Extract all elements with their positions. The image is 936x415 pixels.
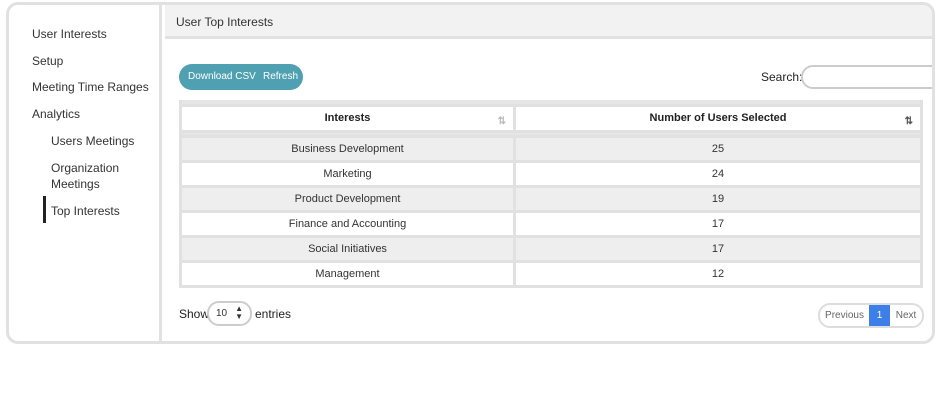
table-row: Marketing 24	[179, 159, 923, 188]
cell-interest: Social Initiatives	[179, 234, 516, 263]
entries-per-page-select[interactable]: 10 ▲ ▼	[207, 301, 252, 326]
search-label: Search:	[761, 70, 803, 84]
cell-count: 12	[513, 259, 923, 288]
sidebar-item-users-meetings[interactable]: Users Meetings	[51, 133, 134, 149]
download-csv-button[interactable]: Download CSV	[188, 71, 256, 82]
refresh-button[interactable]: Refresh	[263, 71, 298, 82]
interests-table: Interests ⇅ Number of Users Selected ⇅ B…	[179, 100, 923, 288]
page-title: User Top Interests	[165, 5, 932, 39]
table-row: Management 12	[179, 259, 923, 288]
page-1-button[interactable]: 1	[869, 305, 890, 326]
stepper-caret-icon: ▲ ▼	[235, 304, 243, 321]
column-header-number-of-users[interactable]: Number of Users Selected ⇅	[513, 103, 923, 133]
cell-interest: Finance and Accounting	[179, 209, 516, 238]
cell-count: 24	[513, 159, 923, 188]
sidebar-item-setup[interactable]: Setup	[32, 53, 63, 69]
next-page-button[interactable]: Next	[890, 305, 922, 326]
sort-icon: ⇅	[497, 115, 506, 127]
cell-count: 19	[513, 184, 923, 213]
table-row: Finance and Accounting 17	[179, 209, 923, 238]
sort-desc-icon: ⇅	[904, 115, 913, 127]
cell-count: 25	[513, 134, 923, 163]
sidebar-item-organization-meetings-line1[interactable]: Organization	[51, 160, 119, 176]
cell-interest: Marketing	[179, 159, 516, 188]
sidebar-item-organization-meetings-line2[interactable]: Meetings	[51, 176, 100, 192]
search-input[interactable]	[801, 65, 932, 89]
cell-interest: Product Development	[179, 184, 516, 213]
table-row: Product Development 19	[179, 184, 923, 213]
cell-count: 17	[513, 234, 923, 263]
export-button-group: Download CSV Refresh	[179, 64, 303, 90]
pagination: Previous 1 Next	[818, 303, 924, 328]
cell-count: 17	[513, 209, 923, 238]
main-panel: User Top Interests Download CSV Refresh …	[165, 5, 932, 341]
table-row: Social Initiatives 17	[179, 234, 923, 263]
sidebar-item-analytics[interactable]: Analytics	[32, 106, 80, 122]
sidebar-item-meeting-time-ranges[interactable]: Meeting Time Ranges	[32, 79, 149, 95]
cell-interest: Management	[179, 259, 516, 288]
sidebar: User Interests Setup Meeting Time Ranges…	[9, 5, 162, 341]
table-row: Business Development 25	[179, 134, 923, 163]
app-frame: User Interests Setup Meeting Time Ranges…	[6, 2, 935, 344]
previous-page-button[interactable]: Previous	[820, 305, 869, 326]
cell-interest: Business Development	[179, 134, 516, 163]
sidebar-item-top-interests[interactable]: Top Interests	[51, 203, 120, 219]
entries-label: entries	[255, 307, 292, 321]
column-header-interests[interactable]: Interests ⇅	[179, 103, 516, 133]
sidebar-item-user-interests[interactable]: User Interests	[32, 26, 107, 42]
show-label: Show	[179, 307, 210, 321]
active-indicator	[43, 196, 46, 223]
